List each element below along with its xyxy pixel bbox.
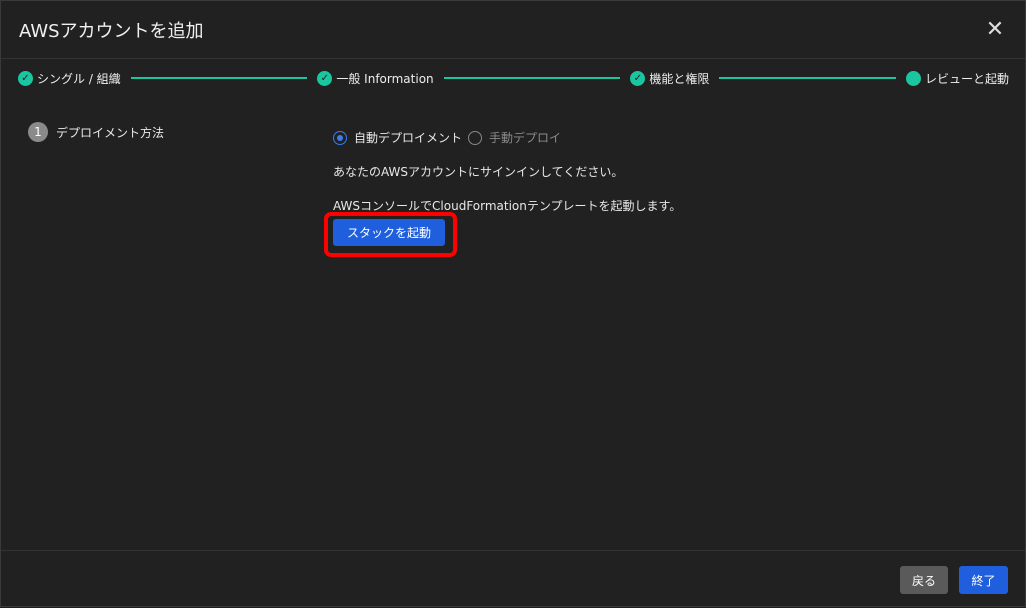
- step-label: レビューと起動: [925, 71, 1010, 86]
- check-icon: ✓: [18, 70, 33, 86]
- radio-selected-icon: [333, 130, 347, 145]
- step-features: ✓ 機能と権限: [630, 70, 709, 87]
- radio-manual-deploy[interactable]: 手動デプロイ: [468, 129, 561, 146]
- step-label: 一般 Information: [336, 71, 434, 86]
- step-label: シングル / 組織: [37, 71, 121, 86]
- radio-label: 手動デプロイ: [489, 131, 562, 145]
- dialog-title: AWSアカウントを追加: [19, 20, 204, 42]
- finish-button[interactable]: 終了: [959, 566, 1008, 594]
- stepper: ✓ シングル / 組織 ✓ 一般 Information ✓ 機能と権限 レビューと起…: [18, 69, 1009, 87]
- current-step-dot-icon: [906, 70, 921, 86]
- radio-label: 自動デプロイメント: [354, 131, 463, 145]
- step-connector: [443, 77, 621, 79]
- check-icon: ✓: [630, 70, 646, 86]
- step-label: 機能と権限: [649, 71, 710, 86]
- back-button[interactable]: 戻る: [900, 566, 948, 594]
- step-connector: [719, 77, 896, 79]
- dialog-header: AWSアカウントを追加 ✕: [1, 1, 1025, 59]
- step-single-org: ✓ シングル / 組織: [18, 70, 121, 87]
- step-general: ✓ 一般 Information: [317, 70, 434, 87]
- close-icon[interactable]: ✕: [983, 17, 1007, 42]
- section-heading: 1 デプロイメント方法: [28, 122, 164, 142]
- section-title: デプロイメント方法: [56, 125, 165, 140]
- step-review: レビューと起動: [906, 70, 1009, 87]
- dialog-footer: [1, 550, 1025, 608]
- add-aws-account-dialog: AWSアカウントを追加 ✕ ✓ シングル / 組織 ✓ 一般 Information…: [0, 0, 1026, 607]
- radio-auto-deploy[interactable]: 自動デプロイメント: [333, 129, 462, 146]
- deploy-method-radio-group: 自動デプロイメント 手動デプロイ: [333, 129, 681, 146]
- sign-in-instruction: あなたのAWSアカウントにサインインしてください。: [333, 165, 624, 179]
- launch-stack-button[interactable]: スタックを起動: [333, 219, 445, 246]
- step-connector: [130, 77, 308, 79]
- check-icon: ✓: [317, 70, 333, 86]
- section-number: 1: [28, 122, 48, 142]
- radio-unselected-icon: [468, 130, 483, 145]
- deploy-content: 自動デプロイメント 手動デプロイ あなたのAWSアカウントにサインインしてくださ…: [333, 129, 681, 214]
